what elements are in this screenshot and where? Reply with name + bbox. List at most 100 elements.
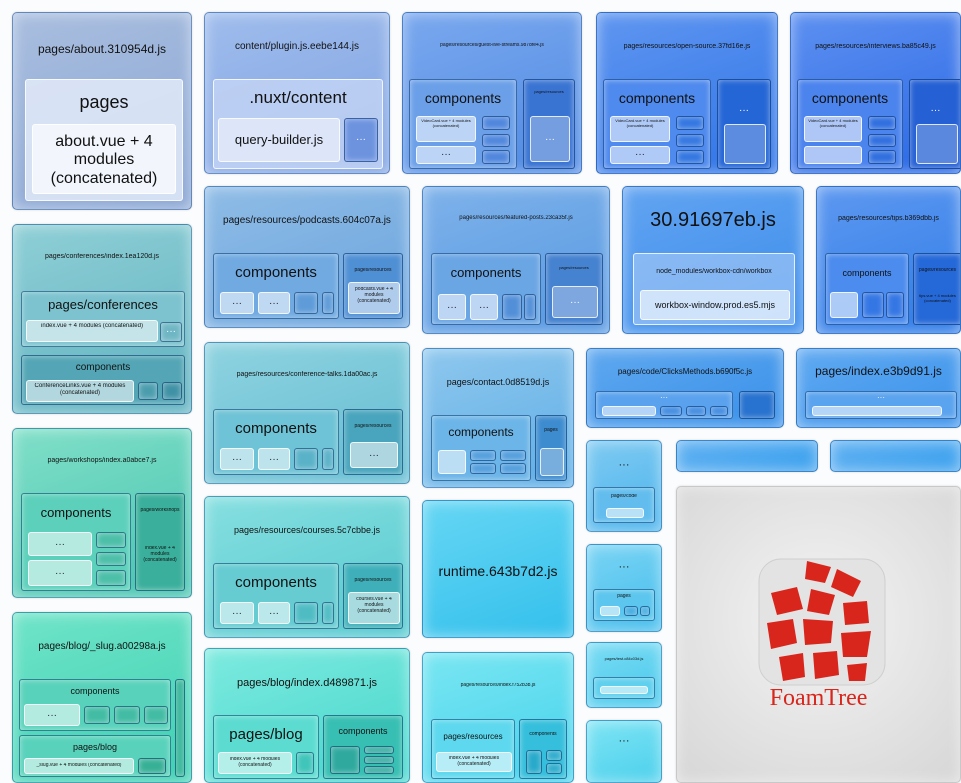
module-b[interactable]: ··· <box>258 602 290 624</box>
group-pages[interactable]: pages about.vue + 4 modules (concatenate… <box>25 79 183 201</box>
module-b[interactable] <box>868 116 896 130</box>
tile-blog-index[interactable]: pages/blog/index.d489871.js pages/blog i… <box>204 648 410 783</box>
more-box[interactable]: ··· <box>160 322 182 342</box>
tile-workshops[interactable]: pages/workshops/index.a0abce7.js compone… <box>12 428 192 598</box>
module-a[interactable] <box>438 450 466 474</box>
group-components[interactable]: ··· <box>595 391 733 419</box>
module-podcasts-vue[interactable]: podcasts.vue + 4 modules (concatenated) <box>348 282 400 314</box>
module-a[interactable] <box>830 292 858 318</box>
group-components[interactable]: components VideoCard.vue + 4 modules (co… <box>603 79 711 169</box>
tile-tips[interactable]: pages/resources/tips.b369dbb.js componen… <box>816 186 961 334</box>
group-components[interactable]: components ··· ··· <box>21 493 131 591</box>
group-components[interactable]: components ··· ··· <box>213 563 339 629</box>
group-components[interactable]: components ··· ··· <box>213 409 339 475</box>
module-query-builder[interactable]: query-builder.js <box>218 118 340 162</box>
module-a[interactable]: ··· <box>24 704 80 726</box>
module-c[interactable] <box>294 292 318 314</box>
group-workbox-cdn[interactable]: node_modules/workbox-cdn/workbox workbox… <box>633 253 795 325</box>
tile-contact[interactable]: pages/contact.0d8519d.js components page… <box>422 348 574 488</box>
module-b[interactable] <box>482 116 510 130</box>
group-components[interactable]: components <box>825 253 909 325</box>
module-a[interactable] <box>600 686 648 694</box>
tile-guest-live-streams[interactable]: pages/resources/guest-live-streams.9878f… <box>402 12 582 174</box>
group-pages-workshops[interactable]: pages/workshops index.vue + 4 modules (c… <box>135 493 185 591</box>
module-c[interactable] <box>640 606 650 616</box>
module-c[interactable] <box>686 406 706 416</box>
group-pages-resources[interactable]: pages/resources index.vue + 4 modules (c… <box>431 719 515 779</box>
module-more[interactable] <box>916 124 958 164</box>
module-d[interactable] <box>322 602 334 624</box>
more-box[interactable]: ··· <box>344 118 378 162</box>
module-d[interactable] <box>710 406 728 416</box>
module-b[interactable]: ··· <box>258 292 290 314</box>
tile-workbox[interactable]: 30.91697eb.js node_modules/workbox-cdn/w… <box>622 186 804 334</box>
module-index-vue[interactable]: index.vue + 4 modules (concatenated) <box>26 320 158 342</box>
tile-plugin[interactable]: content/plugin.js.eebe144.js .nuxt/conte… <box>204 12 390 174</box>
module-c[interactable] <box>676 134 704 147</box>
module-b[interactable] <box>470 450 496 461</box>
group-pages-resources[interactable]: pages/resources tips.vue + 4 modules (co… <box>913 253 960 325</box>
module-c[interactable] <box>294 448 318 470</box>
tile-conference-talks[interactable]: pages/resources/conference-talks.1da00ac… <box>204 342 410 484</box>
group-components[interactable]: components VideoCard.vue + 4 modules (co… <box>797 79 903 169</box>
tile-runtime[interactable]: runtime.643b7d2.js <box>422 500 574 638</box>
group-components[interactable]: components ··· ··· <box>213 253 339 319</box>
module-index-vue[interactable]: index.vue + 4 modules (concatenated) <box>218 752 292 774</box>
tile-conferences[interactable]: pages/conferences/index.1ea120d.js pages… <box>12 224 192 414</box>
group-pages-resources[interactable]: ··· <box>717 79 771 169</box>
tile-interviews[interactable]: pages/resources/interviews.ba85c49.js co… <box>790 12 961 174</box>
tile-test-small[interactable]: pages/test.c84c03d.js <box>586 642 662 708</box>
module-d[interactable] <box>524 294 536 320</box>
module-b[interactable]: ··· <box>258 448 290 470</box>
group-pages-conferences[interactable]: pages/conferences index.vue + 4 modules … <box>21 291 185 347</box>
group-pages[interactable]: pages <box>535 415 567 481</box>
module-a[interactable] <box>526 750 542 774</box>
module-a[interactable]: ··· <box>28 532 92 556</box>
group-modules[interactable] <box>593 677 655 699</box>
module-a[interactable] <box>812 406 942 416</box>
group-components[interactable]: components ··· ··· <box>431 253 541 325</box>
module-d[interactable] <box>500 450 526 461</box>
module-d[interactable] <box>96 552 126 566</box>
tile-code-small[interactable]: ··· pages/code <box>586 440 662 532</box>
module-b[interactable] <box>624 606 638 616</box>
module-c[interactable] <box>96 532 126 548</box>
module-more[interactable] <box>724 124 766 164</box>
group-pages-resources[interactable]: pages/resources courses.vue + 4 modules … <box>343 563 403 629</box>
tile-podcasts[interactable]: pages/resources/podcasts.604c07a.js comp… <box>204 186 410 328</box>
more-box[interactable] <box>296 752 314 774</box>
module-e[interactable] <box>96 570 126 586</box>
module-a[interactable] <box>606 508 644 518</box>
module-b[interactable]: ··· <box>28 560 92 586</box>
module-courses-vue[interactable]: courses.vue + 4 modules (concatenated) <box>348 592 400 624</box>
module-a[interactable] <box>330 746 360 774</box>
group-pages-code[interactable]: pages/code <box>593 487 655 523</box>
module-a[interactable]: ··· <box>610 146 670 164</box>
module-c[interactable] <box>364 756 394 764</box>
tile-courses[interactable]: pages/resources/courses.5c7cbbe.js compo… <box>204 496 410 638</box>
module-more[interactable]: ··· <box>530 116 570 162</box>
tile-open-source[interactable]: pages/resources/open-source.37fd16e.js c… <box>596 12 778 174</box>
tile-blog-slug[interactable]: pages/blog/_slug.a00298a.js components ·… <box>12 612 192 783</box>
module-more[interactable]: ··· <box>350 442 398 468</box>
tile-misc-small[interactable]: ··· <box>586 720 662 783</box>
group-components[interactable]: components VideoCard.vue + 4 modules (co… <box>409 79 517 169</box>
group-components[interactable]: components ConferenceLinks.vue + 4 modul… <box>21 355 185 405</box>
module-b[interactable] <box>660 406 682 416</box>
module-d[interactable] <box>364 766 394 774</box>
module-c[interactable] <box>294 602 318 624</box>
module-c[interactable] <box>114 706 140 724</box>
module-c[interactable] <box>470 463 496 474</box>
tile-index[interactable]: pages/index.e3b9d91.js ··· <box>796 348 961 428</box>
module-slug-vue[interactable]: _slug.vue + 4 modules (concatenated) <box>24 758 134 774</box>
module-videocard[interactable]: VideoCard.vue + 4 modules (concatenated) <box>416 116 476 142</box>
module-a[interactable]: ··· <box>416 146 476 164</box>
module-d[interactable] <box>676 150 704 164</box>
group-pages-resources[interactable]: ··· <box>909 79 960 169</box>
module-a[interactable]: ··· <box>220 292 254 314</box>
module-more[interactable] <box>540 448 564 476</box>
tile-pages-small[interactable]: ··· pages <box>586 544 662 632</box>
tile-about[interactable]: pages/about.310954d.js pages about.vue +… <box>12 12 192 210</box>
module-a[interactable] <box>602 406 656 416</box>
tile-strip-b[interactable] <box>830 440 961 472</box>
